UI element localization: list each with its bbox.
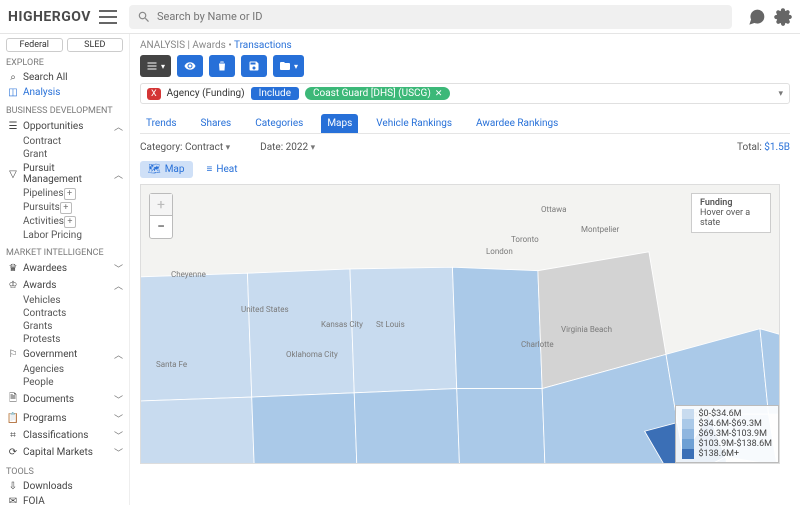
nav-documents[interactable]: 🗎Documents﹀ — [6, 389, 123, 410]
main-content: ANALYSIS | Awards • Transactions ▾ ▾ X A… — [130, 34, 800, 505]
pill-federal[interactable]: Federal — [6, 38, 63, 52]
chevron-up-icon: ︿ — [114, 120, 123, 133]
map-icon: 🗺 — [148, 164, 161, 175]
sidebar: Federal SLED Explore ⌕Search All ◫Analys… — [0, 34, 130, 505]
nav-capital[interactable]: ⟳Capital Markets﹀ — [6, 444, 123, 461]
map-legend: $0-$34.6M $34.6M-$69.3M $69.3M-$103.9M $… — [675, 405, 779, 463]
plus-icon[interactable]: + — [64, 188, 76, 200]
folder-button[interactable]: ▾ — [273, 55, 304, 77]
zoom-out-button[interactable]: − — [150, 216, 172, 238]
chevron-up-icon: ︿ — [114, 168, 123, 181]
mode-heat[interactable]: ≡Heat — [199, 161, 246, 178]
tab-trends[interactable]: Trends — [140, 114, 183, 133]
bc-transactions[interactable]: Transactions — [234, 40, 292, 51]
remove-filter-icon[interactable]: X — [147, 88, 161, 100]
nav-foia[interactable]: ✉FOIA — [6, 494, 123, 505]
filter-row[interactable]: X Agency (Funding) Include Coast Guard [… — [140, 83, 790, 104]
nav-awardees[interactable]: ♛Awardees﹀ — [6, 260, 123, 277]
save-button[interactable] — [241, 55, 267, 77]
gear-icon[interactable] — [774, 8, 792, 26]
hamburger-icon[interactable] — [99, 10, 117, 24]
view-list-button[interactable]: ▾ — [140, 55, 171, 77]
heat-icon: ≡ — [207, 164, 213, 175]
tabs: Trends Shares Categories Maps Vehicle Ra… — [140, 114, 790, 134]
nav-programs[interactable]: 📋Programs﹀ — [6, 410, 123, 427]
options-bar: Category: Contract ▾ Date: 2022 ▾ Total:… — [140, 138, 790, 157]
logo: HIGHERGOV — [8, 9, 91, 25]
nav-search-all[interactable]: ⌕Search All — [6, 70, 123, 85]
chevron-down-icon[interactable]: ▾ — [778, 89, 783, 99]
map-tooltip: Funding Hover over a state — [691, 193, 771, 233]
map[interactable]: Ottawa Montpelier Toronto London United … — [140, 184, 780, 464]
top-bar: HIGHERGOV — [0, 0, 800, 34]
include-toggle[interactable]: Include — [251, 87, 299, 100]
plus-icon[interactable]: + — [60, 202, 72, 214]
tab-vehicle-rankings[interactable]: Vehicle Rankings — [370, 114, 458, 133]
nav-grant[interactable]: Grant — [6, 148, 123, 161]
chevron-down-icon: ﹀ — [114, 446, 123, 459]
chevron-down-icon: ﹀ — [114, 393, 123, 406]
chevron-up-icon: ︿ — [114, 279, 123, 292]
tab-shares[interactable]: Shares — [195, 114, 238, 133]
plus-icon[interactable]: + — [64, 216, 76, 228]
nav-analysis[interactable]: ◫Analysis — [6, 85, 123, 100]
zoom-in-button[interactable]: + — [150, 194, 172, 216]
nav-protests[interactable]: Protests — [6, 333, 123, 346]
chevron-up-icon: ︿ — [114, 348, 123, 361]
nav-activities[interactable]: Activities+ — [6, 215, 123, 229]
tab-maps[interactable]: Maps — [321, 114, 358, 133]
chevron-down-icon: ﹀ — [114, 412, 123, 425]
tab-categories[interactable]: Categories — [249, 114, 309, 133]
delete-button[interactable] — [209, 55, 235, 77]
nav-pipelines[interactable]: Pipelines+ — [6, 187, 123, 201]
toolbar: ▾ ▾ — [140, 55, 790, 77]
search-icon — [137, 10, 151, 24]
nav-downloads[interactable]: ⇩Downloads — [6, 479, 123, 494]
mode-toggle: 🗺Map ≡Heat — [140, 161, 790, 178]
nav-pursuit[interactable]: ▽Pursuit Management︿ — [6, 161, 123, 187]
nav-contract[interactable]: Contract — [6, 135, 123, 148]
section-mi: Market Intelligence — [6, 248, 123, 258]
chevron-down-icon: ﹀ — [114, 262, 123, 275]
tab-awardee-rankings[interactable]: Awardee Rankings — [470, 114, 564, 133]
filter-label: Agency (Funding) — [167, 88, 245, 99]
agency-chip[interactable]: Coast Guard [DHS] (USCG)✕ — [305, 87, 450, 100]
nav-agencies[interactable]: Agencies — [6, 363, 123, 376]
pill-sled[interactable]: SLED — [67, 38, 124, 52]
breadcrumb: ANALYSIS | Awards • Transactions — [140, 40, 790, 51]
close-icon[interactable]: ✕ — [435, 89, 443, 99]
category-select[interactable]: Category: Contract ▾ — [140, 142, 230, 153]
section-explore: Explore — [6, 58, 123, 68]
zoom-control: + − — [149, 193, 173, 239]
nav-labor[interactable]: Labor Pricing — [6, 229, 123, 242]
section-tools: Tools — [6, 467, 123, 477]
nav-government[interactable]: ⚐Government︿ — [6, 346, 123, 363]
chevron-down-icon: ﹀ — [114, 429, 123, 442]
nav-classifications[interactable]: ⌗Classifications﹀ — [6, 427, 123, 444]
nav-awards[interactable]: ♔Awards︿ — [6, 277, 123, 294]
nav-contracts[interactable]: Contracts — [6, 307, 123, 320]
chat-icon[interactable] — [748, 8, 766, 26]
section-bizdev: Business Development — [6, 106, 123, 116]
nav-grants[interactable]: Grants — [6, 320, 123, 333]
nav-people[interactable]: People — [6, 376, 123, 389]
total-value: Total: $1.5B — [737, 142, 790, 153]
nav-opportunities[interactable]: ☰Opportunities︿ — [6, 118, 123, 135]
mode-map[interactable]: 🗺Map — [140, 161, 193, 178]
search-input[interactable] — [157, 10, 724, 23]
date-select[interactable]: Date: 2022 ▾ — [260, 142, 315, 153]
nav-vehicles[interactable]: Vehicles — [6, 294, 123, 307]
nav-pursuits[interactable]: Pursuits+ — [6, 201, 123, 215]
visibility-button[interactable] — [177, 55, 203, 77]
search-bar[interactable] — [129, 5, 732, 29]
